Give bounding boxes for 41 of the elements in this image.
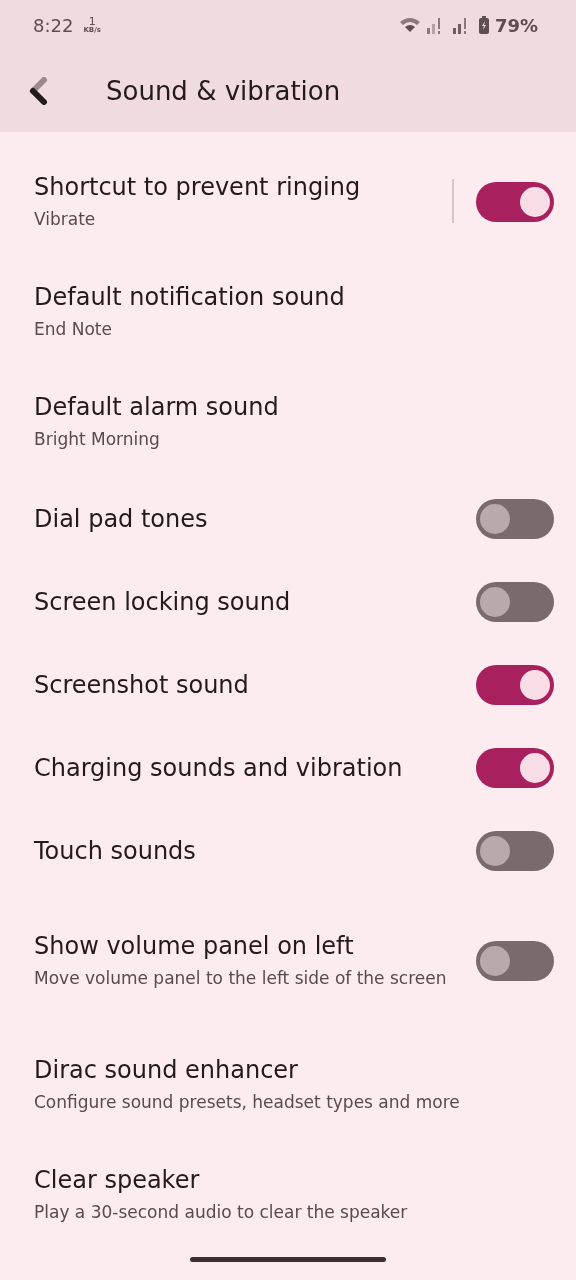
setting-title: Clear speaker — [34, 1165, 201, 1194]
setting-summary: Move volume panel to the left side of the screen — [34, 966, 448, 990]
setting-row[interactable]: Screen locking sound — [0, 560, 576, 643]
setting-title: Show volume panel on left — [34, 931, 355, 960]
setting-row[interactable]: Clear speaker Play a 30-second audio to clear the speaker — [0, 1140, 576, 1250]
setting-row[interactable]: Shortcut to prevent ringing Vibrate — [0, 147, 576, 257]
setting-row[interactable]: Screenshot sound — [0, 643, 576, 726]
setting-summary: Bright Morning — [34, 427, 161, 451]
setting-title: Screenshot sound — [34, 670, 250, 699]
setting-row[interactable]: Default notification sound End Note — [0, 257, 576, 367]
setting-title: Default alarm sound — [34, 392, 280, 421]
toggle-switch[interactable] — [476, 747, 554, 788]
toggle-switch[interactable] — [476, 581, 554, 622]
wifi-icon — [398, 17, 421, 33]
setting-row[interactable]: Touch sounds — [0, 809, 576, 892]
toggle-switch[interactable] — [476, 664, 554, 705]
setting-title: Charging sounds and vibration — [34, 753, 404, 782]
setting-title: Dial pad tones — [34, 504, 209, 533]
setting-row[interactable]: Charging sounds and vibration — [0, 726, 576, 809]
setting-summary: Configure sound presets, headset types and more — [34, 1090, 461, 1114]
setting-title: Shortcut to prevent ringing — [34, 172, 362, 201]
toggle-switch[interactable] — [476, 941, 554, 981]
setting-row[interactable]: Default alarm sound Bright Morning — [0, 367, 576, 477]
setting-title: Touch sounds — [34, 836, 197, 865]
toggle-switch[interactable] — [476, 830, 554, 871]
toggle-switch[interactable] — [476, 182, 554, 222]
setting-summary: End Note — [34, 317, 113, 341]
battery-icon — [478, 16, 489, 34]
page-title: Sound & vibration — [106, 76, 341, 106]
setting-row[interactable]: Dirac sound enhancer Configure sound presets, headset types and more — [0, 1030, 576, 1140]
clock: 8:22 — [33, 14, 74, 36]
setting-row[interactable]: Show volume panel on left Move volume panel to the left side of the screen — [0, 892, 576, 1030]
setting-title: Screen locking sound — [34, 587, 292, 616]
battery-percentage: 79% — [494, 14, 538, 36]
setting-title: Dirac sound enhancer — [34, 1055, 299, 1084]
setting-summary: Play a 30-second audio to clear the speaker — [34, 1200, 409, 1224]
setting-title: Default notification sound — [34, 282, 346, 311]
setting-summary: Vibrate — [34, 207, 97, 231]
network-speed-value: 1 — [88, 16, 96, 27]
toggle-switch[interactable] — [476, 498, 554, 539]
setting-row[interactable]: Dial pad tones — [0, 477, 576, 560]
